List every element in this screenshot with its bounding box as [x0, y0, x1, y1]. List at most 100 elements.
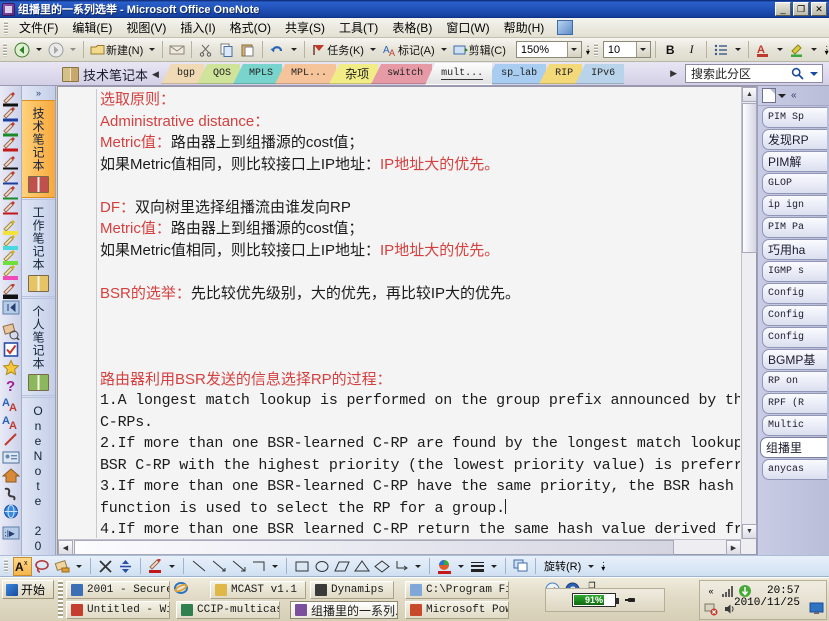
- bullets-button[interactable]: [711, 40, 731, 60]
- note-line-20[interactable]: function is used to select the RP for a …: [100, 498, 736, 520]
- highlight-button[interactable]: [787, 40, 807, 60]
- section-tab-10[interactable]: IPv6: [575, 64, 625, 84]
- note-line-15[interactable]: 1.A longest match lookup is performed on…: [100, 390, 740, 412]
- note-line-21[interactable]: 4.If more than one BSR learned C-RP retu…: [100, 519, 740, 538]
- scroll-up-button[interactable]: ▲: [742, 87, 757, 102]
- internet-explorer-icon[interactable]: [174, 581, 188, 595]
- scroll-left-button[interactable]: ◀: [58, 540, 73, 555]
- font-size-dropdown-button[interactable]: [635, 42, 650, 57]
- pen-blue-2[interactable]: [2, 171, 20, 186]
- note-line-2[interactable]: Administrative distance：: [100, 111, 736, 133]
- page-tab-13[interactable]: RP on: [762, 371, 827, 392]
- note-line-1[interactable]: 选取原则：: [100, 89, 736, 111]
- menu-window[interactable]: 窗口(W): [439, 17, 496, 38]
- line-dropdown-caret[interactable]: [272, 564, 278, 568]
- forward-dropdown-caret[interactable]: [70, 48, 76, 51]
- pen-green-2[interactable]: [2, 186, 20, 201]
- shape-fill-color-button[interactable]: [435, 557, 454, 576]
- web-tag-icon[interactable]: [2, 503, 20, 520]
- clip-button[interactable]: 剪辑(C): [451, 40, 508, 60]
- question-tag-icon[interactable]: ?: [2, 377, 20, 395]
- eraser-dropdown-caret[interactable]: [76, 564, 82, 568]
- definition-tag-icon[interactable]: AA: [2, 413, 20, 432]
- line-tool-2-button[interactable]: [209, 557, 228, 576]
- pen-red-1[interactable]: [2, 137, 20, 152]
- pen-thick-black[interactable]: [2, 283, 20, 299]
- screen-clipping-icon[interactable]: [557, 20, 574, 35]
- search-dropdown-caret[interactable]: [810, 72, 818, 76]
- canvas-vertical-scrollbar[interactable]: ▲ ▼: [741, 87, 757, 539]
- elbow-connector-button[interactable]: [249, 557, 268, 576]
- toolbar-overflow-1[interactable]: ⁏ ▾: [583, 41, 593, 59]
- task-button[interactable]: 任务(K): [309, 40, 366, 60]
- paste-button[interactable]: [238, 40, 258, 60]
- taskbar-grip[interactable]: [58, 580, 63, 618]
- vertical-scroll-thumb[interactable]: [742, 103, 757, 253]
- tabs-next-arrow[interactable]: ▶: [670, 68, 677, 79]
- pen-more-button[interactable]: [2, 300, 20, 317]
- font-size-combobox[interactable]: 10: [602, 41, 651, 58]
- page-tab-3[interactable]: PIM解: [762, 151, 827, 172]
- highlight-tag-icon[interactable]: [2, 431, 20, 448]
- notebook-item-1[interactable]: 技术笔记本: [22, 100, 55, 198]
- phone-tag-icon[interactable]: [2, 485, 20, 502]
- page-tab-17[interactable]: anycas: [762, 459, 827, 480]
- taskbar-button-2[interactable]: MCAST v1.1 - y...: [210, 581, 306, 599]
- scroll-right-button[interactable]: ▶: [726, 540, 741, 555]
- pen-black-1[interactable]: [2, 92, 20, 107]
- undo-dropdown-caret[interactable]: [291, 48, 298, 51]
- pen-black-2[interactable]: [2, 156, 20, 171]
- section-tab-5[interactable]: 杂项: [329, 64, 379, 84]
- section-tab-8[interactable]: sp_lab: [485, 64, 547, 84]
- rotate-button[interactable]: 旋转(R): [541, 558, 584, 574]
- pen-panel-expand[interactable]: ⁏|▶: [2, 526, 20, 543]
- line-weight-button[interactable]: [468, 557, 487, 576]
- diamond-tool-button[interactable]: [372, 557, 391, 576]
- highlight-caret[interactable]: [810, 48, 817, 51]
- section-tab-3[interactable]: MPLS: [233, 64, 283, 84]
- note-line-14[interactable]: 路由器利用BSR发送的信息选择RP的过程：: [100, 369, 736, 391]
- note-line-19[interactable]: 3.If more than one BSR-learned C-RP have…: [100, 476, 736, 498]
- bold-button[interactable]: B: [660, 40, 681, 60]
- eraser-icon[interactable]: [2, 323, 20, 341]
- page-tab-9[interactable]: Config: [762, 283, 827, 304]
- network-error-icon[interactable]: [704, 602, 718, 616]
- toolbar-grip-2[interactable]: [593, 42, 598, 57]
- menu-format[interactable]: 格式(O): [223, 17, 278, 38]
- close-button[interactable]: ✕: [811, 2, 827, 16]
- line-weight-caret[interactable]: [491, 564, 497, 568]
- back-button[interactable]: [12, 40, 32, 60]
- toolbar-overflow-2[interactable]: ⁏ ▾: [822, 41, 829, 59]
- page-tab-11[interactable]: Config: [762, 327, 827, 348]
- notebook-item-3[interactable]: 个人笔记本: [22, 298, 55, 396]
- page-canvas[interactable]: 选取原则： Administrative distance： Metric值：路由器…: [66, 89, 740, 538]
- page-tab-4[interactable]: GLOP: [762, 173, 827, 194]
- arrow-tool-button[interactable]: [229, 557, 248, 576]
- taskbar-button-1[interactable]: 2001 - SecureCRT: [66, 581, 170, 599]
- monitor-icon[interactable]: [809, 602, 824, 616]
- font-color-caret[interactable]: [776, 48, 783, 51]
- taskbar-button-8[interactable]: Microsoft PowerP...: [405, 601, 509, 619]
- minimize-button[interactable]: _: [775, 2, 791, 16]
- highlighter-green[interactable]: [2, 250, 20, 265]
- note-line-8[interactable]: 如果Metric值相同，则比较接口上IP地址：IP地址大的优先。: [100, 240, 736, 262]
- menu-view[interactable]: 视图(V): [119, 17, 173, 38]
- start-button[interactable]: 开始: [2, 580, 54, 599]
- highlighter-yellow[interactable]: [2, 220, 20, 235]
- navbar-expand-button[interactable]: »: [22, 86, 55, 100]
- tabs-prev-arrow[interactable]: ◀: [152, 69, 159, 80]
- note-line-3[interactable]: Metric值：路由器上到组播源的cost值；: [100, 132, 736, 154]
- notebook-title[interactable]: 技术笔记本: [62, 65, 148, 84]
- check-tag-icon[interactable]: [2, 341, 20, 358]
- page-tab-8[interactable]: IGMP s: [762, 261, 827, 282]
- page-tab-16[interactable]: 组播里: [760, 437, 827, 458]
- taskbar-button-6[interactable]: CCIP-multicast p...: [176, 601, 280, 619]
- page-tab-6[interactable]: PIM Pa: [762, 217, 827, 238]
- contact-tag-icon[interactable]: [2, 449, 20, 466]
- shape-dropdown-caret[interactable]: [415, 564, 421, 568]
- menu-grip[interactable]: [4, 20, 8, 35]
- rotate-caret[interactable]: [588, 564, 595, 568]
- drawbar-overflow[interactable]: ⁏ ▾: [598, 557, 608, 575]
- ellipse-tool-button[interactable]: [312, 557, 331, 576]
- page-tabs-collapse-button[interactable]: «: [791, 90, 797, 101]
